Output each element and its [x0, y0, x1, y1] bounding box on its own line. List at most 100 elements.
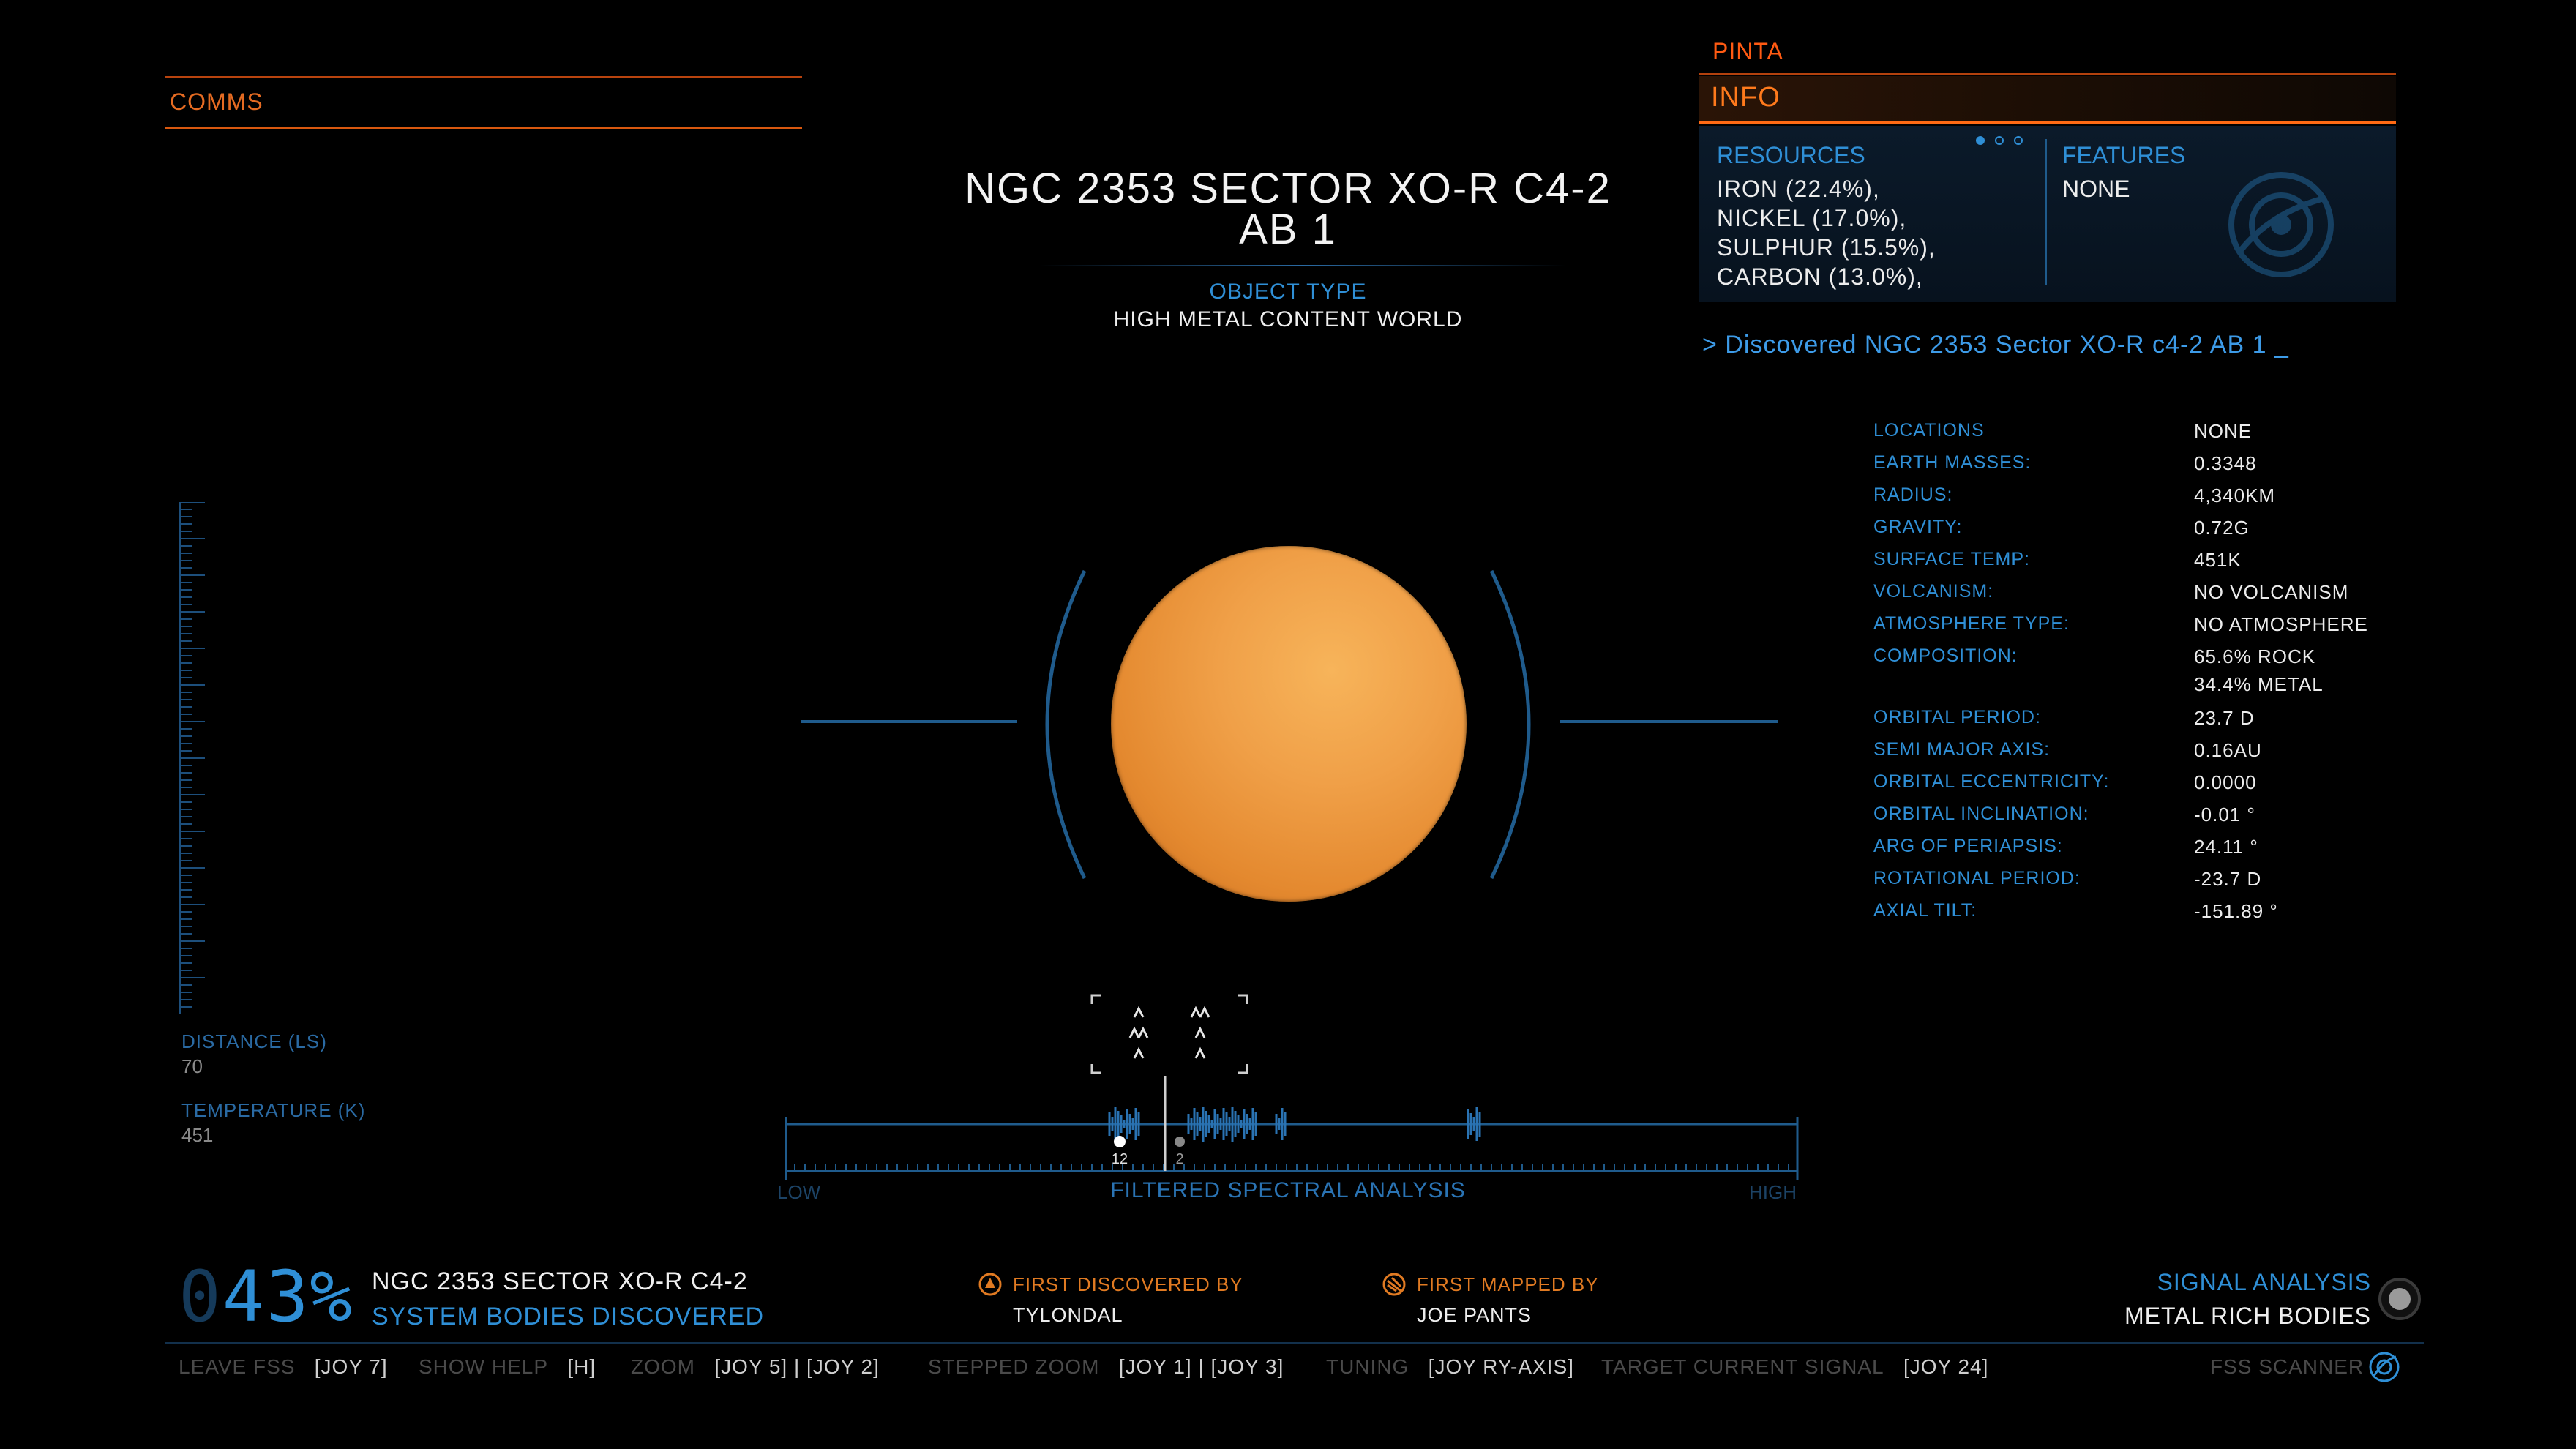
control-tuning[interactable]: TUNING [JOY RY-AXIS] — [1326, 1355, 1574, 1379]
stat-value: -0.01 ° — [2194, 804, 2255, 825]
fss-scanner-icon[interactable] — [2368, 1351, 2400, 1383]
stat-value: 0.16AU — [2194, 739, 2262, 761]
stat-value: -151.89 ° — [2194, 900, 2278, 922]
features-label: FEATURES — [2062, 142, 2186, 168]
stat-value: 0.72G — [2194, 517, 2250, 539]
page-dot-1[interactable] — [1976, 136, 1985, 145]
planet-scan-icon — [2228, 172, 2334, 277]
percent-ghost-digit: 0 — [179, 1256, 222, 1338]
control-key: [JOY 24] — [1903, 1355, 1989, 1378]
stat-label: ORBITAL ECCENTRICITY: — [1873, 771, 2110, 792]
bodies-discovered-percent: 043% — [179, 1262, 353, 1332]
stat-label: GRAVITY: — [1873, 517, 1963, 537]
stat-label: ARG OF PERIAPSIS: — [1873, 836, 2063, 856]
stat-value: 451K — [2194, 549, 2242, 571]
resource-item: IRON (22.4%), — [1717, 176, 1880, 202]
page-dot-3[interactable] — [2014, 136, 2023, 145]
panel-divider — [2045, 139, 2047, 285]
mapped-icon — [1382, 1273, 1406, 1296]
signal-analysis-button[interactable] — [2378, 1278, 2421, 1320]
control-name: ZOOM — [631, 1355, 695, 1378]
control-name: STEPPED ZOOM — [928, 1355, 1100, 1378]
control-key: [H] — [567, 1355, 596, 1378]
control-key: [JOY 7] — [314, 1355, 388, 1378]
info-tab[interactable]: INFO — [1699, 76, 2396, 124]
body-title-line2: AB 1 — [1239, 206, 1337, 253]
stat-label: VOLCANISM: — [1873, 581, 1994, 602]
spectral-high-label: HIGH — [1749, 1181, 1797, 1203]
stat-label: COMPOSITION: — [1873, 645, 2018, 666]
resource-item: CARBON (13.0%), — [1717, 263, 1923, 290]
control-leave-fss[interactable]: LEAVE FSS [JOY 7] — [179, 1355, 388, 1379]
object-type-value: HIGH METAL CONTENT WORLD — [1113, 307, 1463, 332]
stat-value: 0.0000 — [2194, 771, 2257, 793]
fss-scanner-label: FSS SCANNER — [2210, 1355, 2365, 1378]
first-mapped-value: JOE PANTS — [1417, 1304, 1532, 1326]
planet-body[interactable] — [1111, 546, 1467, 902]
bottom-divider — [165, 1342, 2424, 1344]
signal-analysis-value: METAL RICH BODIES — [2124, 1303, 2371, 1329]
first-mapped-label: FIRST MAPPED BY — [1417, 1273, 1599, 1295]
system-name: NGC 2353 SECTOR XO-R C4-2 — [372, 1268, 748, 1295]
stat-label: RADIUS: — [1873, 484, 1953, 505]
spectral-analysis-label: FILTERED SPECTRAL ANALYSIS — [1110, 1178, 1466, 1202]
ship-name: PINTA — [1712, 38, 1783, 64]
stat-label: EARTH MASSES: — [1873, 452, 2032, 473]
comms-panel[interactable]: COMMS — [165, 76, 802, 129]
body-title-line1: NGC 2353 SECTOR XO-R C4-2 — [965, 165, 1611, 212]
control-zoom[interactable]: ZOOM [JOY 5] | [JOY 2] — [631, 1355, 880, 1379]
first-discovered-label: FIRST DISCOVERED BY — [1013, 1273, 1243, 1295]
spectral-analyzer[interactable]: 12 2 — [773, 988, 1805, 1208]
spectral-marker-2: 2 — [1175, 1151, 1183, 1167]
stat-label: ORBITAL PERIOD: — [1873, 707, 2041, 727]
stat-value: 65.6% ROCK — [2194, 645, 2316, 667]
control-name: TUNING — [1326, 1355, 1409, 1378]
stat-value: -23.7 D — [2194, 868, 2262, 890]
ship-name-divider — [1699, 73, 2396, 75]
percent-value: 43 — [222, 1256, 310, 1338]
stat-label: ATMOSPHERE TYPE: — [1873, 613, 2070, 634]
stat-value: 24.11 ° — [2194, 836, 2258, 858]
control-key: [JOY RY-AXIS] — [1428, 1355, 1574, 1378]
stat-value: NO VOLCANISM — [2194, 581, 2349, 603]
stat-label: ORBITAL INCLINATION: — [1873, 804, 2089, 824]
first-discovered-value: TYLONDAL — [1013, 1304, 1123, 1326]
control-show-help[interactable]: SHOW HELP [H] — [419, 1355, 596, 1379]
stat-value: 0.3348 — [2194, 452, 2257, 474]
features-value: NONE — [2062, 176, 2130, 202]
stat-value: NONE — [2194, 420, 2253, 442]
object-type-label: OBJECT TYPE — [1209, 280, 1367, 304]
system-bodies-subtitle: SYSTEM BODIES DISCOVERED — [372, 1303, 764, 1330]
resource-item: SULPHUR (15.5%), — [1717, 234, 1936, 261]
discovery-icon — [978, 1273, 1002, 1296]
control-name: TARGET CURRENT SIGNAL — [1601, 1355, 1884, 1378]
stat-label: SEMI MAJOR AXIS: — [1873, 739, 2051, 760]
control-stepped-zoom[interactable]: STEPPED ZOOM [JOY 1] | [JOY 3] — [928, 1355, 1284, 1379]
control-key: [JOY 5] | [JOY 2] — [714, 1355, 880, 1378]
stat-label: AXIAL TILT: — [1873, 900, 1977, 921]
discovered-message: > Discovered NGC 2353 Sector XO-R c4-2 A… — [1702, 331, 2289, 359]
temperature-value: 451 — [181, 1124, 214, 1146]
control-name: SHOW HELP — [419, 1355, 549, 1378]
stat-value: 4,340KM — [2194, 484, 2276, 506]
distance-value: 70 — [181, 1055, 203, 1077]
stat-label: ROTATIONAL PERIOD: — [1873, 868, 2081, 888]
control-name: LEAVE FSS — [179, 1355, 296, 1378]
control-key: [JOY 1] | [JOY 3] — [1118, 1355, 1284, 1378]
stat-value: NO ATMOSPHERE — [2194, 613, 2368, 635]
zoom-scale[interactable] — [179, 502, 208, 1014]
comms-label: COMMS — [170, 89, 263, 115]
percent-symbol: % — [310, 1256, 354, 1338]
stat-value: 23.7 D — [2194, 707, 2255, 729]
distance-label: DISTANCE (LS) — [181, 1030, 327, 1052]
title-divider — [1039, 265, 1566, 266]
info-tab-label: INFO — [1711, 82, 1781, 113]
resource-item: NICKEL (17.0%), — [1717, 205, 1907, 231]
resources-panel: RESOURCES IRON (22.4%), NICKEL (17.0%), … — [1699, 126, 2396, 302]
stat-label: SURFACE TEMP: — [1873, 549, 2030, 569]
spectral-low-label: LOW — [777, 1181, 821, 1203]
temperature-label: TEMPERATURE (K) — [181, 1099, 366, 1121]
stat-label: LOCATIONS — [1873, 420, 1985, 441]
page-dot-2[interactable] — [1995, 136, 2004, 145]
control-target-current-signal[interactable]: TARGET CURRENT SIGNAL [JOY 24] — [1601, 1355, 1988, 1379]
